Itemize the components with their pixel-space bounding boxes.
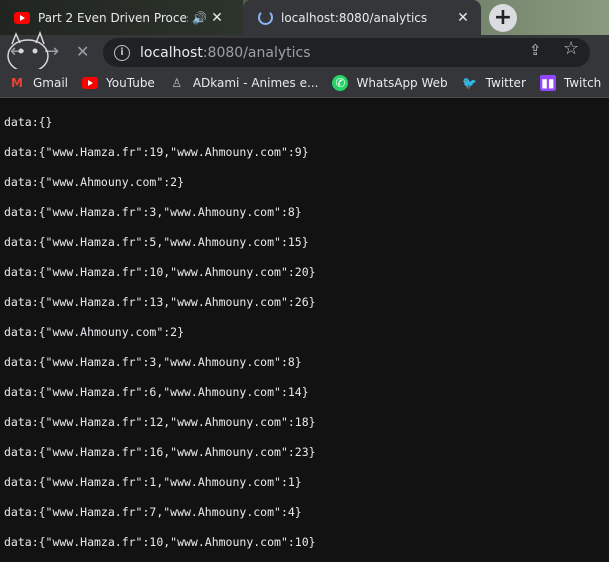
- browser-toolbar: ← → ✕ i localhost:8080/analytics ⇪ ☆: [0, 35, 609, 69]
- youtube-icon: [14, 10, 30, 26]
- data-line: data:{"www.Hamza.fr":12,"www.Ahmouny.com…: [4, 415, 316, 429]
- whatsapp-icon: ✆: [332, 75, 349, 91]
- speaker-icon[interactable]: 🔊: [192, 11, 207, 25]
- data-line: data:{"www.Hamza.fr":10,"www.Ahmouny.com…: [4, 535, 316, 549]
- site-info-icon[interactable]: i: [114, 44, 130, 61]
- bookmark-twitch[interactable]: ▮▮ Twitch: [539, 75, 602, 91]
- bookmark-label: WhatsApp Web: [356, 76, 448, 90]
- gmail-icon: M: [11, 76, 23, 90]
- data-line: data:{"www.Ahmouny.com":2}: [4, 175, 185, 189]
- bookmark-adkami[interactable]: ♙ ADkami - Animes e...: [169, 75, 319, 91]
- tab-title: Part 2 Even Driven Processing: [38, 10, 188, 25]
- data-line: data:{"www.Hamza.fr":3,"www.Ahmouny.com"…: [4, 355, 302, 369]
- close-tab-icon[interactable]: ✕: [207, 10, 227, 26]
- address-bar[interactable]: i localhost:8080/analytics: [103, 38, 590, 67]
- theme-mascot-icon: [7, 30, 49, 70]
- url-path: :8080/analytics: [202, 44, 311, 61]
- bookmark-label: Twitch: [563, 76, 602, 90]
- adkami-icon: ♙: [171, 76, 183, 90]
- bookmark-label: Twitter: [485, 76, 526, 90]
- close-tab-icon[interactable]: ✕: [453, 10, 473, 26]
- bookmark-youtube[interactable]: YouTube: [82, 75, 155, 91]
- loading-spinner-icon: [257, 10, 273, 26]
- data-line: data:{"www.Hamza.fr":13,"www.Ahmouny.com…: [4, 295, 316, 309]
- tab-strip: Part 2 Even Driven Processing 🔊 ✕ localh…: [0, 0, 609, 35]
- data-line: data:{"www.Hamza.fr":10,"www.Ahmouny.com…: [4, 265, 316, 279]
- stop-loading-icon[interactable]: ✕: [76, 42, 89, 61]
- bookmark-twitter[interactable]: 🐦 Twitter: [462, 75, 526, 91]
- twitter-icon: 🐦: [462, 76, 478, 90]
- data-line: data:{"www.Hamza.fr":16,"www.Ahmouny.com…: [4, 445, 316, 459]
- bookmarks-bar: M Gmail YouTube ♙ ADkami - Animes e... ✆…: [0, 69, 609, 98]
- bookmark-gmail[interactable]: M Gmail: [9, 75, 68, 91]
- data-line: data:{"www.Hamza.fr":3,"www.Ahmouny.com"…: [4, 205, 302, 219]
- youtube-icon: [82, 75, 99, 91]
- bookmark-label: Gmail: [33, 76, 69, 90]
- bookmark-label: YouTube: [106, 76, 155, 90]
- data-line: data:{}: [4, 115, 53, 129]
- page-content: data:{} data:{"www.Hamza.fr":19,"www.Ahm…: [0, 98, 609, 562]
- data-line: data:{"www.Hamza.fr":6,"www.Ahmouny.com"…: [4, 385, 309, 399]
- new-tab-button[interactable]: +: [489, 4, 517, 32]
- tab-analytics[interactable]: localhost:8080/analytics ✕: [243, 0, 481, 35]
- bookmark-whatsapp[interactable]: ✆ WhatsApp Web: [332, 75, 448, 91]
- url-host: localhost: [140, 44, 203, 61]
- url-text[interactable]: localhost:8080/analytics: [140, 45, 310, 61]
- data-line: data:{"www.Hamza.fr":7,"www.Ahmouny.com"…: [4, 505, 302, 519]
- bookmark-label: ADkami - Animes e...: [192, 76, 319, 90]
- data-line: data:{"www.Hamza.fr":5,"www.Ahmouny.com"…: [4, 235, 309, 249]
- data-line: data:{"www.Hamza.fr":19,"www.Ahmouny.com…: [4, 145, 309, 159]
- twitch-icon: ▮▮: [539, 75, 556, 91]
- share-icon[interactable]: ⇪: [529, 41, 542, 59]
- data-line: data:{"www.Hamza.fr":1,"www.Ahmouny.com"…: [4, 475, 302, 489]
- data-line: data:{"www.Ahmouny.com":2}: [4, 325, 185, 339]
- bookmark-star-icon[interactable]: ☆: [563, 38, 579, 59]
- tab-title: localhost:8080/analytics: [281, 10, 428, 25]
